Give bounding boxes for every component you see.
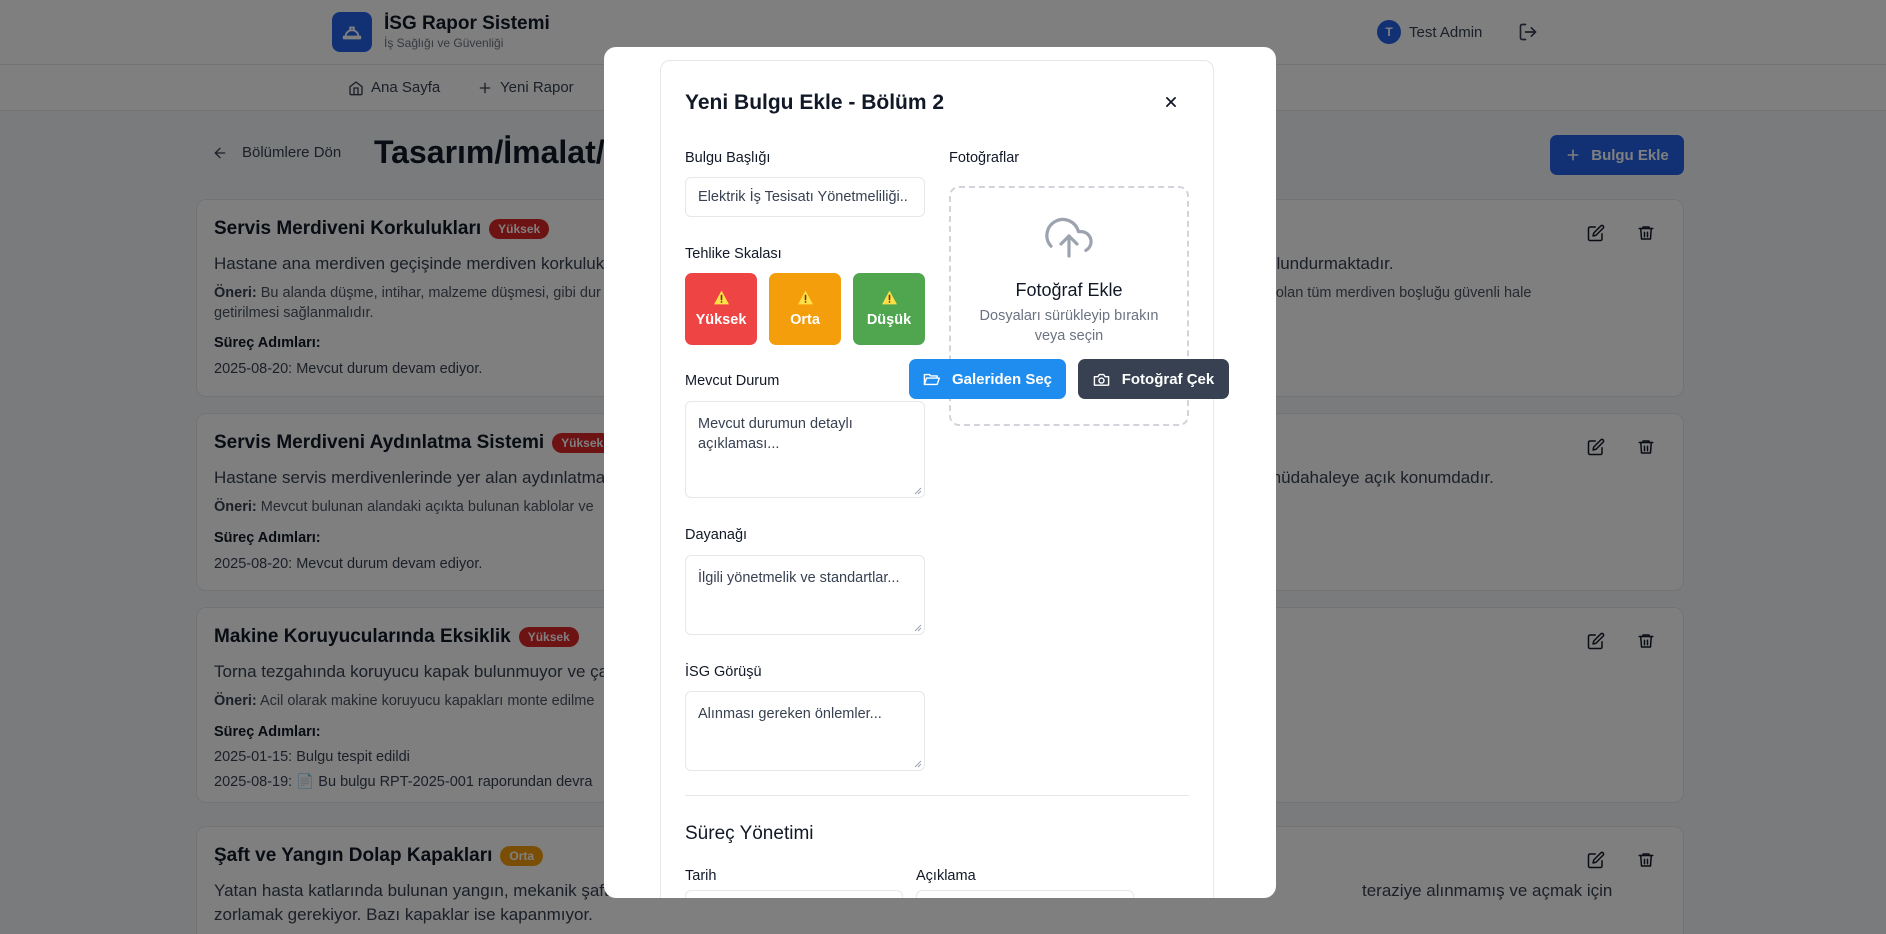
- gallery-select-button[interactable]: Galeriden Seç: [909, 359, 1066, 399]
- photos-label: Fotoğraflar: [949, 150, 1020, 166]
- isg-opinion-textarea[interactable]: Alınması gereken önlemler...: [685, 691, 925, 771]
- resize-handle-icon[interactable]: [914, 624, 922, 632]
- isg-opinion-placeholder: Alınması gereken önlemler...: [698, 706, 882, 722]
- upload-hint: Dosyaları sürükleyip bırakın veya seçin: [979, 308, 1159, 344]
- severity-high-label: Yüksek: [695, 312, 747, 328]
- warning-icon: [713, 290, 729, 305]
- date-input[interactable]: [685, 890, 903, 898]
- warning-icon: [881, 290, 897, 305]
- modal-title: Yeni Bulgu Ekle - Bölüm 2: [685, 91, 945, 114]
- severity-label: Tehlike Skalası: [685, 246, 782, 262]
- severity-high-button[interactable]: Yüksek: [685, 273, 757, 345]
- take-photo-button[interactable]: Fotoğraf Çek: [1078, 359, 1229, 399]
- severity-medium-label: Orta: [790, 312, 820, 328]
- current-state-label: Mevcut Durum: [685, 373, 780, 389]
- description-label: Açıklama: [916, 868, 976, 884]
- finding-title-input[interactable]: Elektrik İş Tesisatı Yönetmeliliği..: [685, 177, 925, 217]
- new-finding-modal: Yeni Bulgu Ekle - Bölüm 2 Bulgu Başlığı …: [604, 47, 1276, 898]
- step-description-input[interactable]: [916, 890, 1134, 898]
- severity-medium-button[interactable]: Orta: [769, 273, 841, 345]
- finding-title-label: Bulgu Başlığı: [685, 150, 771, 166]
- camera-icon: [1093, 373, 1110, 386]
- basis-textarea[interactable]: İlgili yönetmelik ve standartlar...: [685, 555, 925, 635]
- folder-open-icon: [923, 373, 940, 385]
- current-state-textarea[interactable]: Mevcut durumun detaylı açıklaması...: [685, 401, 925, 498]
- close-icon[interactable]: [1160, 91, 1182, 113]
- gallery-select-label: Galeriden Seç: [951, 370, 1053, 388]
- resize-handle-icon[interactable]: [914, 760, 922, 768]
- section-divider: [685, 795, 1189, 796]
- process-section-title: Süreç Yönetimi: [685, 823, 814, 844]
- warning-icon: [797, 290, 813, 305]
- upload-title: Fotoğraf Ekle: [1015, 280, 1123, 300]
- basis-label: Dayanağı: [685, 527, 748, 543]
- basis-placeholder: İlgili yönetmelik ve standartlar...: [698, 570, 900, 586]
- current-state-placeholder: Mevcut durumun detaylı açıklaması...: [698, 416, 853, 452]
- take-photo-label: Fotoğraf Çek: [1121, 370, 1215, 388]
- severity-low-button[interactable]: Düşük: [853, 273, 925, 345]
- cloud-upload-icon: [1045, 217, 1093, 258]
- severity-low-label: Düşük: [866, 312, 912, 328]
- isg-opinion-label: İSG Görüşü: [685, 664, 762, 680]
- date-label: Tarih: [685, 868, 717, 884]
- resize-handle-icon[interactable]: [914, 487, 922, 495]
